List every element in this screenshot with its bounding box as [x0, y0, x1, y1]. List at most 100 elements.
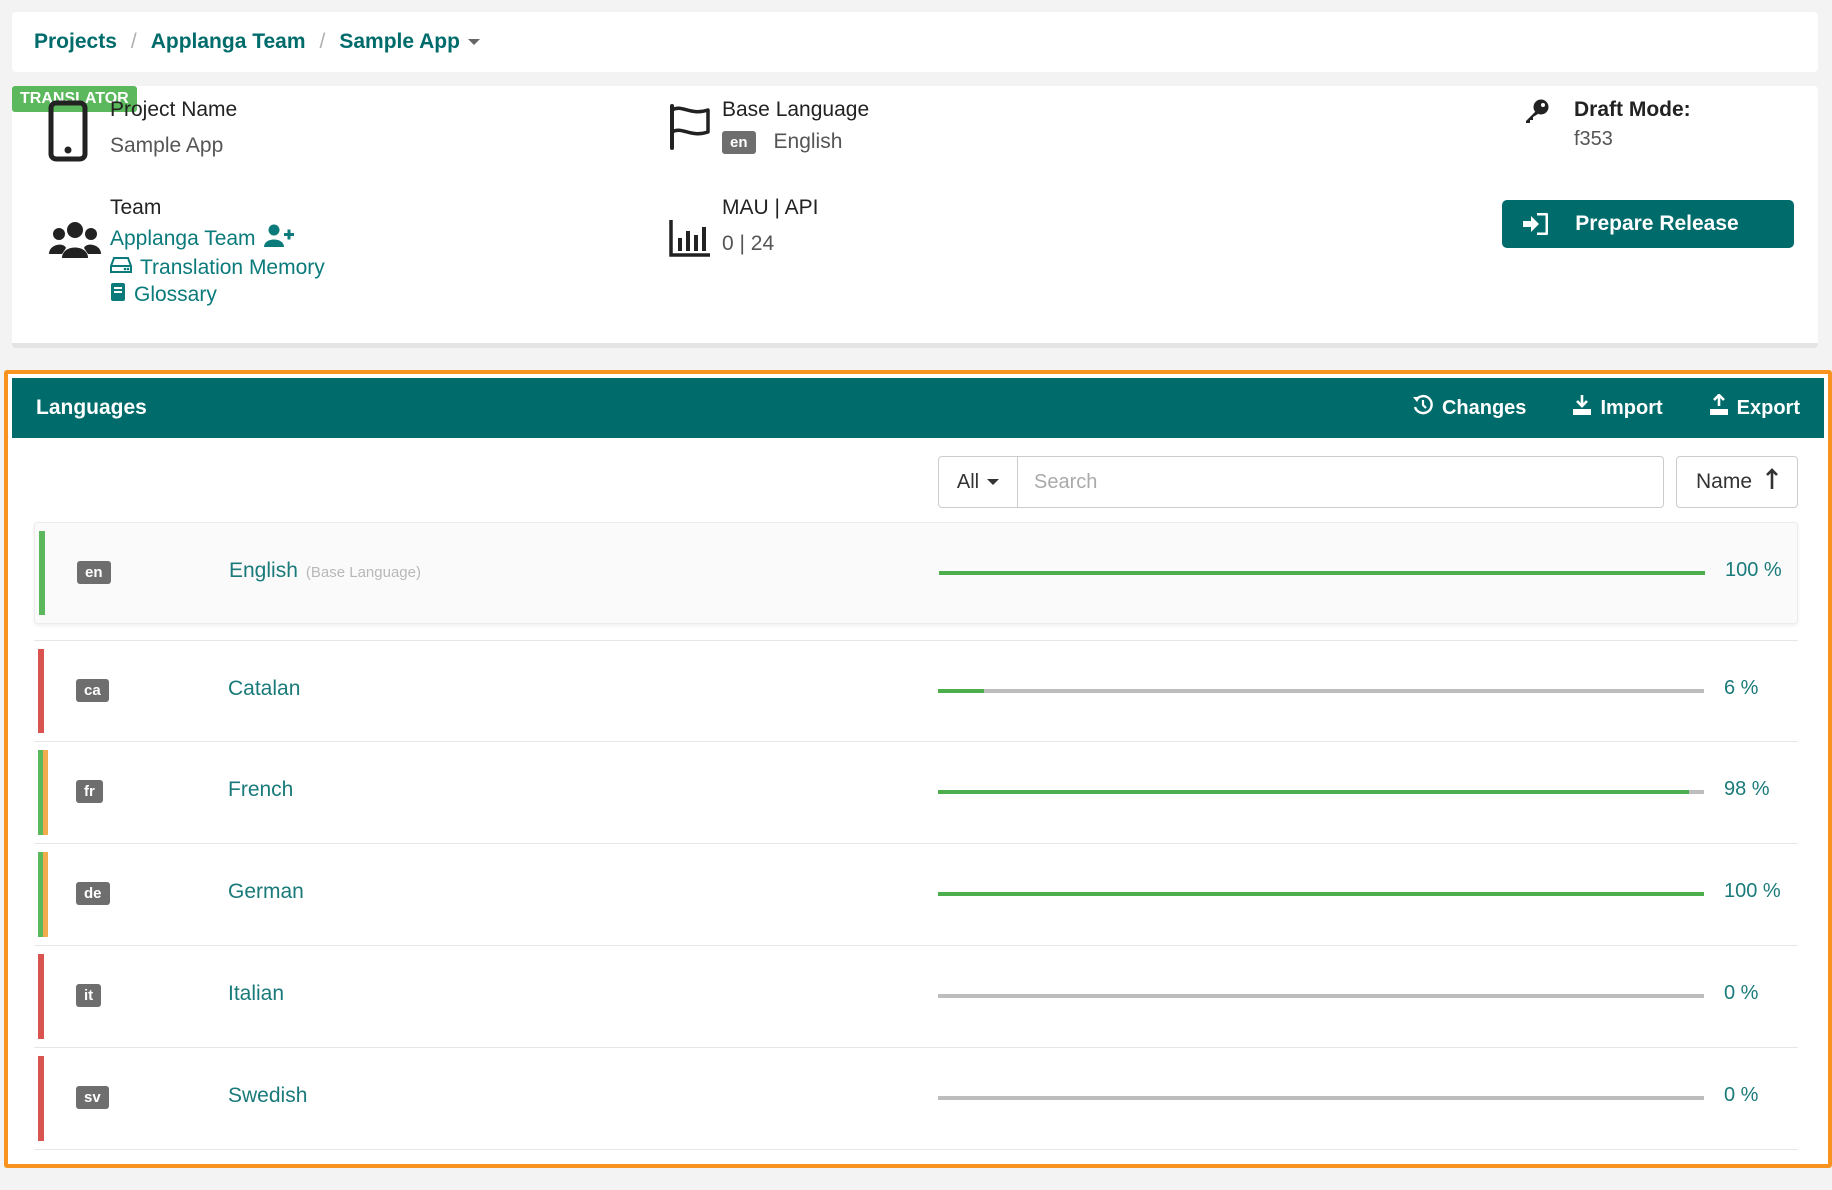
project-info-panel: TRANSLATOR Project Name Sample App Team … [12, 86, 1818, 348]
language-list: en English (Base Language) 100 % ca Catalan 6 … [34, 522, 1798, 1150]
import-icon [1572, 394, 1592, 422]
progress-bar [938, 790, 1704, 794]
progress-fill [938, 892, 1704, 896]
progress-percent: 0 % [1724, 1084, 1759, 1106]
chevron-down-icon [987, 479, 1000, 485]
breadcrumb-separator: / [319, 30, 326, 53]
language-code: de [76, 882, 110, 905]
base-language-block: Base Language en English [722, 98, 869, 154]
export-button[interactable]: Export [1709, 393, 1800, 422]
arrow-up-icon [1766, 468, 1778, 496]
project-name-label: Project Name [110, 98, 238, 121]
breadcrumb-app-label: Sample App [339, 30, 460, 53]
mau-label: MAU | API [722, 196, 819, 219]
team-link[interactable]: Applanga Team [110, 224, 325, 254]
language-name[interactable]: English (Base Language) [229, 559, 421, 583]
translation-memory-label: Translation Memory [140, 256, 325, 279]
base-language-value: English [773, 130, 843, 153]
language-name[interactable]: Italian [228, 982, 284, 1006]
glossary-label: Glossary [134, 283, 217, 306]
language-row-ca[interactable]: ca Catalan 6 % [34, 640, 1798, 742]
flag-icon [668, 102, 712, 155]
language-name[interactable]: Swedish [228, 1084, 307, 1108]
base-language-note: (Base Language) [305, 564, 421, 581]
import-label: Import [1600, 396, 1663, 419]
language-row-de[interactable]: de German 100 % [34, 844, 1798, 946]
language-code: en [77, 561, 111, 584]
languages-panel: Languages Changes Import Export All Sear… [4, 370, 1832, 1168]
progress-percent: 100 % [1724, 880, 1781, 902]
search-input[interactable] [1018, 456, 1664, 508]
base-language-code: en [722, 130, 756, 154]
status-indicator [39, 531, 45, 615]
prepare-release-button[interactable]: Prepare Release [1502, 200, 1794, 248]
project-name-block: Project Name Sample App [110, 98, 237, 158]
glossary-link[interactable]: Glossary [110, 282, 325, 308]
language-name[interactable]: Catalan [228, 677, 300, 701]
team-block: Team Applanga Team Translation Memory Gl… [110, 196, 325, 308]
sort-label: Name [1695, 470, 1753, 493]
language-row-sv[interactable]: sv Swedish 0 % [34, 1048, 1798, 1150]
language-code: it [76, 984, 102, 1007]
language-name[interactable]: German [228, 880, 304, 904]
draft-mode-label: Draft Mode: [1574, 98, 1691, 121]
progress-bar [938, 689, 1704, 693]
sort-button[interactable]: Name [1676, 456, 1798, 508]
language-code: fr [76, 780, 103, 803]
project-name-value: Sample App [110, 134, 224, 157]
book-icon [110, 282, 126, 308]
chevron-down-icon [467, 39, 480, 46]
progress-percent: 100 % [1725, 559, 1782, 581]
progress-percent: 0 % [1724, 982, 1759, 1004]
breadcrumb-app-dropdown[interactable]: Sample App [339, 30, 480, 54]
mau-value: 0 | 24 [722, 232, 775, 255]
filter-selected: All [956, 470, 980, 493]
languages-title: Languages [36, 396, 147, 419]
language-code: ca [76, 679, 109, 702]
progress-bar [939, 571, 1705, 575]
mau-block: MAU | API 0 | 24 [722, 196, 818, 256]
breadcrumb: Projects / Applanga Team / Sample App [12, 12, 1818, 72]
draft-mode-value: f353 [1574, 128, 1613, 150]
translation-memory-link[interactable]: Translation Memory [110, 256, 325, 280]
language-row-fr[interactable]: fr French 98 % [34, 742, 1798, 844]
sign-in-icon [1522, 213, 1550, 235]
filter-row: All [938, 456, 1664, 508]
import-button[interactable]: Import [1572, 394, 1663, 422]
base-language-label: Base Language [722, 98, 870, 121]
key-icon [1524, 98, 1550, 129]
hdd-icon [110, 256, 132, 280]
progress-percent: 6 % [1724, 677, 1759, 699]
language-name-label: Swedish [228, 1084, 308, 1107]
progress-fill [939, 571, 1705, 575]
filter-dropdown[interactable]: All [938, 456, 1018, 508]
status-indicator [38, 954, 44, 1039]
progress-fill [938, 689, 984, 693]
team-icon [48, 220, 102, 265]
breadcrumb-team[interactable]: Applanga Team [151, 30, 306, 54]
export-label: Export [1736, 396, 1800, 419]
history-icon [1412, 394, 1434, 422]
language-name-label: German [228, 880, 304, 903]
team-link-label: Applanga Team [110, 227, 256, 250]
progress-bar [938, 892, 1704, 896]
status-indicator [38, 750, 48, 835]
language-code: sv [76, 1086, 109, 1109]
team-label: Team [110, 196, 162, 219]
add-user-icon[interactable] [263, 224, 294, 254]
changes-label: Changes [1441, 396, 1527, 419]
draft-mode-block: Draft Mode: f353 [1574, 98, 1691, 151]
breadcrumb-projects[interactable]: Projects [34, 30, 117, 54]
language-row-it[interactable]: it Italian 0 % [34, 946, 1798, 1048]
language-name-label: English [229, 559, 298, 582]
export-icon [1709, 393, 1729, 422]
language-row-en[interactable]: en English (Base Language) 100 % [34, 522, 1798, 624]
language-name-label: Italian [228, 982, 285, 1005]
language-name[interactable]: French [228, 778, 293, 802]
prepare-release-label: Prepare Release [1575, 212, 1739, 235]
status-indicator [38, 1056, 44, 1141]
changes-button[interactable]: Changes [1412, 394, 1526, 422]
language-name-label: Catalan [228, 677, 301, 700]
progress-fill [938, 790, 1689, 794]
breadcrumb-separator: / [130, 30, 137, 53]
